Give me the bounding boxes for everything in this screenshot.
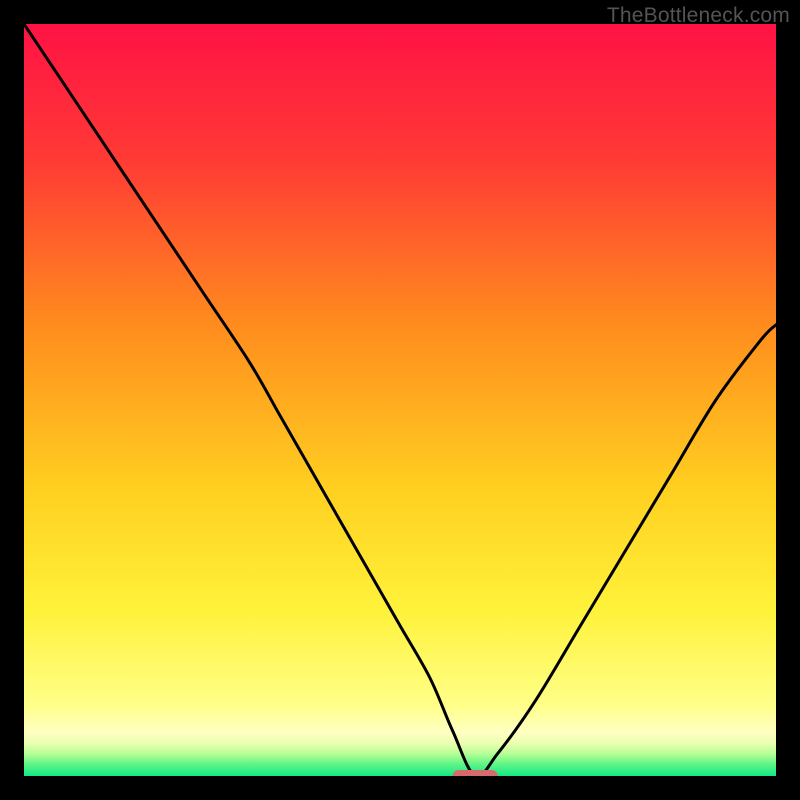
bottleneck-marker xyxy=(453,770,498,776)
watermark-text: TheBottleneck.com xyxy=(607,4,790,28)
bottleneck-chart xyxy=(24,24,776,776)
chart-frame: TheBottleneck.com xyxy=(0,0,800,800)
plot-area xyxy=(24,24,776,776)
gradient-background xyxy=(24,24,776,776)
